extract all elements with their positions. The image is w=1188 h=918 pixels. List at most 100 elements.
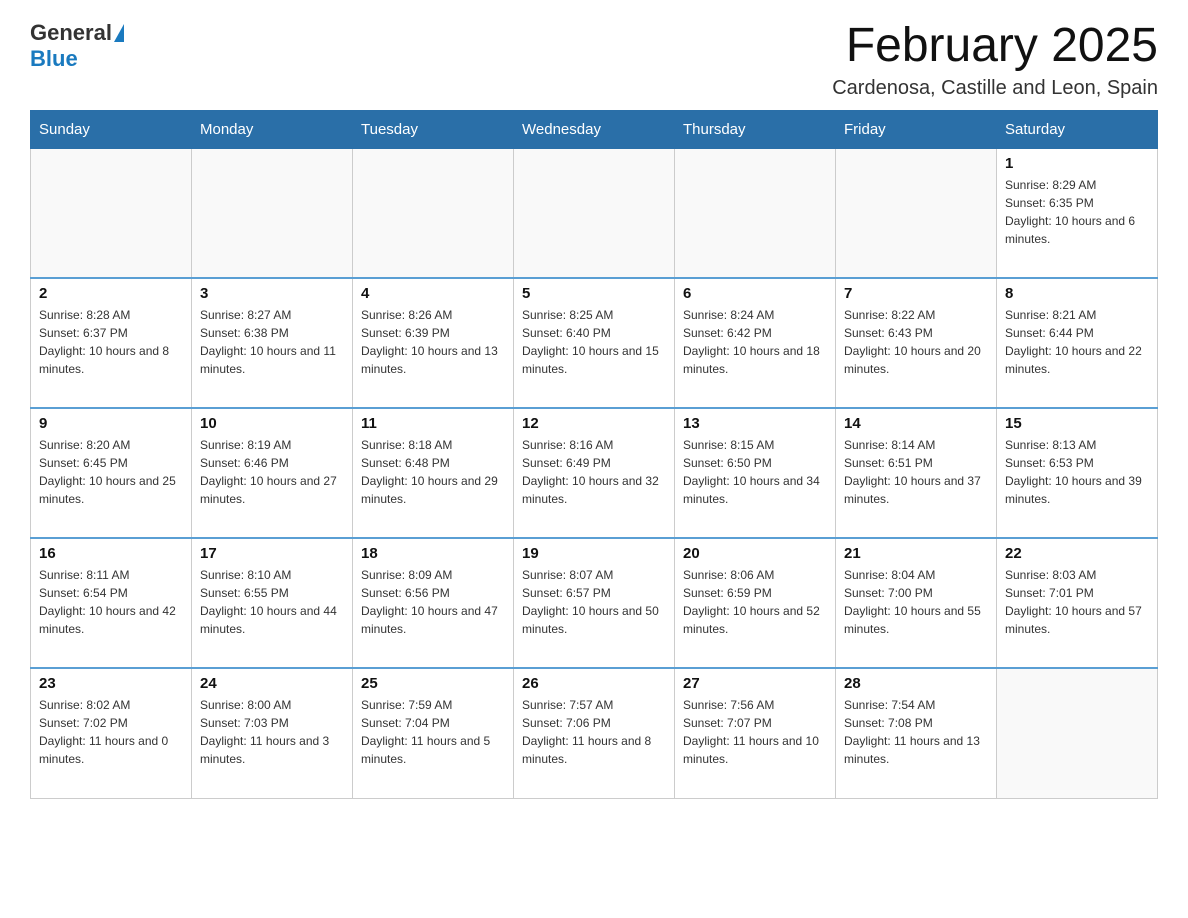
calendar-cell: 14 Sunrise: 8:14 AMSunset: 6:51 PMDayligh…	[836, 408, 997, 538]
logo-triangle-icon	[114, 24, 124, 42]
calendar-cell: 13 Sunrise: 8:15 AMSunset: 6:50 PMDayligh…	[675, 408, 836, 538]
day-info: Sunrise: 7:54 AMSunset: 7:08 PMDaylight:…	[844, 696, 988, 768]
day-info: Sunrise: 7:56 AMSunset: 7:07 PMDaylight:…	[683, 696, 827, 768]
day-number: 17	[200, 545, 344, 562]
day-info: Sunrise: 8:26 AMSunset: 6:39 PMDaylight:…	[361, 306, 505, 378]
day-info: Sunrise: 8:27 AMSunset: 6:38 PMDaylight:…	[200, 306, 344, 378]
day-info: Sunrise: 8:16 AMSunset: 6:49 PMDaylight:…	[522, 436, 666, 508]
day-number: 15	[1005, 415, 1149, 432]
month-title: February 2025	[832, 20, 1158, 73]
calendar-header-saturday: Saturday	[997, 110, 1158, 148]
calendar-cell: 28 Sunrise: 7:54 AMSunset: 7:08 PMDayligh…	[836, 668, 997, 798]
day-number: 10	[200, 415, 344, 432]
day-info: Sunrise: 8:24 AMSunset: 6:42 PMDaylight:…	[683, 306, 827, 378]
day-number: 14	[844, 415, 988, 432]
logo-blue-text: Blue	[30, 46, 78, 72]
calendar-cell: 3 Sunrise: 8:27 AMSunset: 6:38 PMDaylight…	[192, 278, 353, 408]
calendar-cell: 24Sunrise: 8:00 AMSunset: 7:03 PMDayligh…	[192, 668, 353, 798]
calendar-cell: 22 Sunrise: 8:03 AMSunset: 7:01 PMDayligh…	[997, 538, 1158, 668]
day-info: Sunrise: 8:04 AMSunset: 7:00 PMDaylight:…	[844, 566, 988, 638]
day-info: Sunrise: 8:20 AMSunset: 6:45 PMDaylight:…	[39, 436, 183, 508]
day-number: 21	[844, 545, 988, 562]
day-number: 5	[522, 285, 666, 302]
calendar-cell: 12 Sunrise: 8:16 AMSunset: 6:49 PMDayligh…	[514, 408, 675, 538]
day-number: 25	[361, 675, 505, 692]
calendar-header-row: SundayMondayTuesdayWednesdayThursdayFrid…	[31, 110, 1158, 148]
calendar-header-friday: Friday	[836, 110, 997, 148]
calendar-week-4: 16Sunrise: 8:11 AMSunset: 6:54 PMDayligh…	[31, 538, 1158, 668]
calendar-header-monday: Monday	[192, 110, 353, 148]
day-number: 22	[1005, 545, 1149, 562]
day-info: Sunrise: 8:28 AMSunset: 6:37 PMDaylight:…	[39, 306, 183, 378]
day-info: Sunrise: 8:00 AMSunset: 7:03 PMDaylight:…	[200, 696, 344, 768]
day-number: 27	[683, 675, 827, 692]
calendar-week-1: 1 Sunrise: 8:29 AMSunset: 6:35 PMDaylight…	[31, 148, 1158, 278]
day-info: Sunrise: 8:03 AMSunset: 7:01 PMDaylight:…	[1005, 566, 1149, 638]
calendar-week-3: 9Sunrise: 8:20 AMSunset: 6:45 PMDaylight…	[31, 408, 1158, 538]
day-number: 3	[200, 285, 344, 302]
calendar-cell: 23 Sunrise: 8:02 AMSunset: 7:02 PMDayligh…	[31, 668, 192, 798]
day-number: 26	[522, 675, 666, 692]
calendar-header-wednesday: Wednesday	[514, 110, 675, 148]
day-info: Sunrise: 8:06 AMSunset: 6:59 PMDaylight:…	[683, 566, 827, 638]
day-info: Sunrise: 7:57 AMSunset: 7:06 PMDaylight:…	[522, 696, 666, 768]
calendar-cell: 25 Sunrise: 7:59 AMSunset: 7:04 PMDayligh…	[353, 668, 514, 798]
day-info: Sunrise: 8:22 AMSunset: 6:43 PMDaylight:…	[844, 306, 988, 378]
calendar-cell: 17Sunrise: 8:10 AMSunset: 6:55 PMDayligh…	[192, 538, 353, 668]
calendar-cell: 21 Sunrise: 8:04 AMSunset: 7:00 PMDayligh…	[836, 538, 997, 668]
day-info: Sunrise: 8:25 AMSunset: 6:40 PMDaylight:…	[522, 306, 666, 378]
calendar-cell: 4Sunrise: 8:26 AMSunset: 6:39 PMDaylight…	[353, 278, 514, 408]
day-info: Sunrise: 7:59 AMSunset: 7:04 PMDaylight:…	[361, 696, 505, 768]
calendar-cell	[192, 148, 353, 278]
day-info: Sunrise: 8:13 AMSunset: 6:53 PMDaylight:…	[1005, 436, 1149, 508]
day-number: 11	[361, 415, 505, 432]
logo-general-text: General	[30, 20, 112, 46]
day-number: 20	[683, 545, 827, 562]
calendar-cell: 20 Sunrise: 8:06 AMSunset: 6:59 PMDayligh…	[675, 538, 836, 668]
calendar-cell	[514, 148, 675, 278]
day-number: 7	[844, 285, 988, 302]
day-info: Sunrise: 8:21 AMSunset: 6:44 PMDaylight:…	[1005, 306, 1149, 378]
page-header: General Blue February 2025 Cardenosa, Ca…	[30, 20, 1158, 100]
calendar-cell: 9Sunrise: 8:20 AMSunset: 6:45 PMDaylight…	[31, 408, 192, 538]
calendar-cell: 26 Sunrise: 7:57 AMSunset: 7:06 PMDayligh…	[514, 668, 675, 798]
calendar-cell: 1 Sunrise: 8:29 AMSunset: 6:35 PMDaylight…	[997, 148, 1158, 278]
day-info: Sunrise: 8:11 AMSunset: 6:54 PMDaylight:…	[39, 566, 183, 638]
day-number: 1	[1005, 155, 1149, 172]
calendar-header-tuesday: Tuesday	[353, 110, 514, 148]
calendar-table: SundayMondayTuesdayWednesdayThursdayFrid…	[30, 110, 1158, 799]
day-info: Sunrise: 8:09 AMSunset: 6:56 PMDaylight:…	[361, 566, 505, 638]
day-number: 28	[844, 675, 988, 692]
calendar-week-2: 2 Sunrise: 8:28 AMSunset: 6:37 PMDaylight…	[31, 278, 1158, 408]
day-number: 12	[522, 415, 666, 432]
calendar-cell: 27 Sunrise: 7:56 AMSunset: 7:07 PMDayligh…	[675, 668, 836, 798]
day-number: 2	[39, 285, 183, 302]
day-number: 18	[361, 545, 505, 562]
calendar-cell	[675, 148, 836, 278]
day-info: Sunrise: 8:14 AMSunset: 6:51 PMDaylight:…	[844, 436, 988, 508]
calendar-cell: 19Sunrise: 8:07 AMSunset: 6:57 PMDayligh…	[514, 538, 675, 668]
day-number: 23	[39, 675, 183, 692]
calendar-cell	[31, 148, 192, 278]
calendar-cell: 7 Sunrise: 8:22 AMSunset: 6:43 PMDaylight…	[836, 278, 997, 408]
calendar-cell: 8 Sunrise: 8:21 AMSunset: 6:44 PMDaylight…	[997, 278, 1158, 408]
calendar-week-5: 23 Sunrise: 8:02 AMSunset: 7:02 PMDayligh…	[31, 668, 1158, 798]
calendar-cell: 6 Sunrise: 8:24 AMSunset: 6:42 PMDaylight…	[675, 278, 836, 408]
calendar-cell	[997, 668, 1158, 798]
calendar-cell	[836, 148, 997, 278]
day-number: 13	[683, 415, 827, 432]
day-number: 19	[522, 545, 666, 562]
calendar-cell: 16Sunrise: 8:11 AMSunset: 6:54 PMDayligh…	[31, 538, 192, 668]
day-info: Sunrise: 8:19 AMSunset: 6:46 PMDaylight:…	[200, 436, 344, 508]
day-number: 6	[683, 285, 827, 302]
calendar-cell: 18 Sunrise: 8:09 AMSunset: 6:56 PMDayligh…	[353, 538, 514, 668]
day-info: Sunrise: 8:02 AMSunset: 7:02 PMDaylight:…	[39, 696, 183, 768]
calendar-cell: 5 Sunrise: 8:25 AMSunset: 6:40 PMDaylight…	[514, 278, 675, 408]
calendar-cell: 11 Sunrise: 8:18 AMSunset: 6:48 PMDayligh…	[353, 408, 514, 538]
calendar-cell	[353, 148, 514, 278]
day-info: Sunrise: 8:29 AMSunset: 6:35 PMDaylight:…	[1005, 176, 1149, 248]
calendar-cell: 10 Sunrise: 8:19 AMSunset: 6:46 PMDayligh…	[192, 408, 353, 538]
day-info: Sunrise: 8:15 AMSunset: 6:50 PMDaylight:…	[683, 436, 827, 508]
day-number: 8	[1005, 285, 1149, 302]
day-info: Sunrise: 8:18 AMSunset: 6:48 PMDaylight:…	[361, 436, 505, 508]
